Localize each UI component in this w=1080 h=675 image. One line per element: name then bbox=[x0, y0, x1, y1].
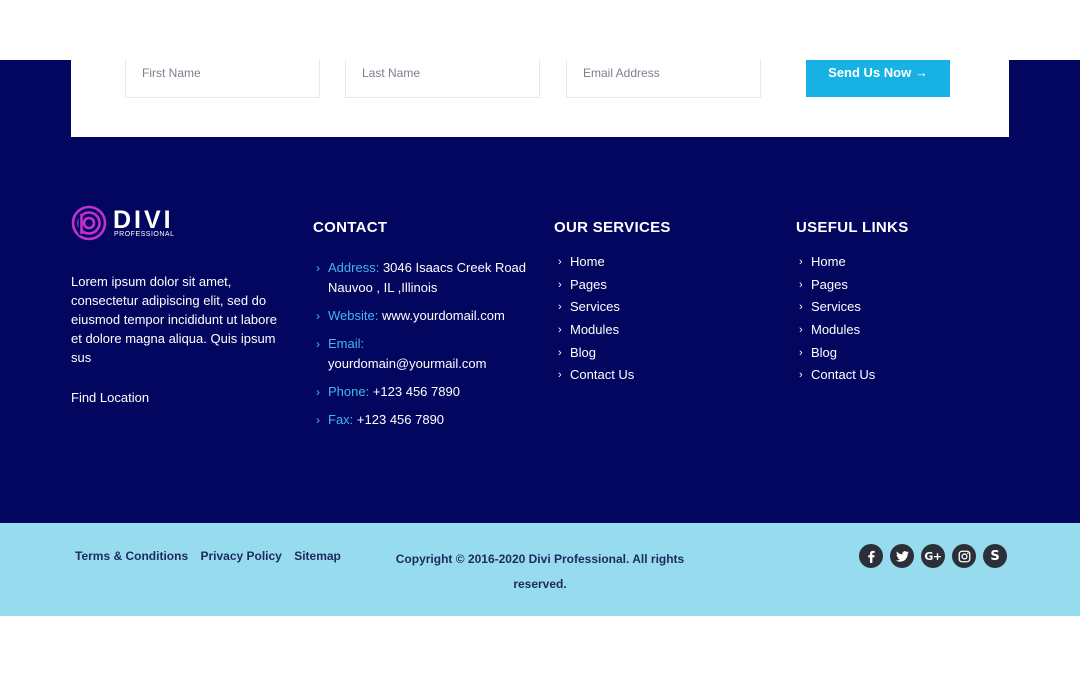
services-item-services[interactable]: › Services bbox=[558, 298, 634, 321]
address-line2: Nauvoo , IL ,Illinois bbox=[328, 280, 438, 295]
send-button[interactable]: Send Us Now → bbox=[806, 60, 950, 97]
privacy-link[interactable]: Privacy Policy bbox=[200, 549, 281, 563]
contact-email[interactable]: › Email: yourdomain@yourmail.com bbox=[316, 334, 536, 374]
services-item-label: Blog bbox=[570, 344, 597, 360]
contact-phone[interactable]: › Phone: +123 456 7890 bbox=[316, 382, 536, 402]
services-item-home[interactable]: › Home bbox=[558, 253, 634, 276]
useful-link-label: Services bbox=[811, 299, 861, 315]
services-item-label: Home bbox=[570, 254, 605, 269]
chevron-right-icon: › bbox=[799, 346, 803, 359]
copyright-text: Copyright © 2016-2020 Divi Professional.… bbox=[395, 552, 685, 591]
services-item-label: Modules bbox=[570, 322, 620, 338]
services-item-blog[interactable]: › Blog bbox=[558, 344, 634, 367]
last-name-input[interactable]: Last Name bbox=[345, 60, 540, 98]
chevron-right-icon: › bbox=[558, 346, 562, 359]
useful-link-label: Home bbox=[811, 254, 846, 269]
fax-label: Fax: bbox=[328, 412, 354, 427]
contact-list: › Address: 3046 Isaacs Creek Road Nauvoo… bbox=[316, 258, 536, 438]
services-item-modules[interactable]: › Modules bbox=[558, 321, 634, 344]
google-plus-icon[interactable]: G+ bbox=[921, 544, 945, 568]
contact-fax: › Fax: +123 456 7890 bbox=[316, 410, 536, 430]
chevron-right-icon: › bbox=[558, 278, 562, 291]
first-name-input[interactable]: First Name bbox=[125, 60, 320, 98]
useful-link-services[interactable]: › Services bbox=[799, 298, 875, 321]
website-value: www.yourdomail.com bbox=[381, 308, 505, 323]
about-text: Lorem ipsum dolor sit amet, consectetur … bbox=[71, 274, 277, 365]
chevron-right-icon: › bbox=[799, 369, 803, 382]
find-location-link[interactable]: Find Location bbox=[71, 390, 149, 405]
sitemap-link[interactable]: Sitemap bbox=[294, 549, 341, 563]
useful-link-home[interactable]: › Home bbox=[799, 253, 875, 276]
chevron-right-icon: › bbox=[316, 337, 320, 351]
legal-links: Terms & Conditions Privacy Policy Sitema… bbox=[75, 549, 350, 563]
contact-title: CONTACT bbox=[313, 219, 388, 236]
skype-icon[interactable]: S bbox=[983, 544, 1007, 568]
fax-value: +123 456 7890 bbox=[356, 412, 445, 427]
services-item-label: Contact Us bbox=[570, 367, 635, 383]
brand-tagline: PROFESSIONAL bbox=[114, 231, 175, 238]
chevron-right-icon: › bbox=[799, 301, 803, 314]
useful-link-blog[interactable]: › Blog bbox=[799, 344, 875, 367]
last-name-placeholder: Last Name bbox=[362, 66, 421, 80]
chevron-right-icon: › bbox=[558, 369, 562, 382]
address-label: Address: bbox=[328, 260, 380, 275]
useful-link-label: Modules bbox=[811, 322, 861, 338]
instagram-icon[interactable] bbox=[952, 544, 976, 568]
facebook-icon[interactable] bbox=[859, 544, 883, 568]
chevron-right-icon: › bbox=[799, 256, 803, 268]
address-line1: 3046 Isaacs Creek Road bbox=[382, 260, 527, 275]
first-name-placeholder: First Name bbox=[142, 66, 201, 80]
chevron-right-icon: › bbox=[558, 301, 562, 314]
useful-links-title: USEFUL LINKS bbox=[796, 219, 909, 236]
chevron-right-icon: › bbox=[799, 278, 803, 291]
logo-mark-icon bbox=[71, 205, 107, 241]
services-item-pages[interactable]: › Pages bbox=[558, 276, 634, 299]
chevron-right-icon: › bbox=[558, 324, 562, 337]
email-label: Email: bbox=[328, 336, 365, 351]
useful-link-label: Pages bbox=[811, 276, 848, 292]
contact-address: › Address: 3046 Isaacs Creek Road Nauvoo… bbox=[316, 258, 536, 298]
twitter-icon[interactable] bbox=[890, 544, 914, 568]
services-item-label: Services bbox=[570, 299, 620, 315]
useful-link-modules[interactable]: › Modules bbox=[799, 321, 875, 344]
chevron-right-icon: › bbox=[316, 385, 320, 399]
services-item-contact-us[interactable]: › Contact Us bbox=[558, 366, 634, 389]
useful-link-contact-us[interactable]: › Contact Us bbox=[799, 366, 875, 389]
email-placeholder: Email Address bbox=[583, 66, 660, 80]
phone-value: +123 456 7890 bbox=[372, 384, 460, 399]
phone-label: Phone: bbox=[328, 384, 370, 399]
website-label: Website: bbox=[328, 308, 379, 323]
chevron-right-icon: › bbox=[316, 261, 320, 275]
useful-link-pages[interactable]: › Pages bbox=[799, 276, 875, 299]
social-links: G+ S bbox=[859, 544, 1007, 568]
email-value: yourdomain@yourmail.com bbox=[328, 356, 487, 371]
terms-link[interactable]: Terms & Conditions bbox=[75, 549, 188, 563]
services-item-label: Pages bbox=[570, 276, 607, 292]
chevron-right-icon: › bbox=[799, 324, 803, 337]
chevron-right-icon: › bbox=[316, 309, 320, 323]
useful-link-label: Contact Us bbox=[811, 367, 876, 383]
useful-links-list: › Home › Pages › Services › Modules › Blog › C… bbox=[799, 253, 875, 389]
useful-link-label: Blog bbox=[811, 344, 838, 360]
chevron-right-icon: › bbox=[316, 413, 320, 427]
chevron-right-icon: › bbox=[558, 256, 562, 268]
contact-website[interactable]: › Website: www.yourdomail.com bbox=[316, 306, 536, 326]
services-list: › Home › Pages › Services › Modules › Blog › C… bbox=[558, 253, 634, 389]
email-input[interactable]: Email Address bbox=[566, 60, 761, 98]
page-top bbox=[0, 0, 1080, 60]
services-title: OUR SERVICES bbox=[554, 219, 671, 236]
